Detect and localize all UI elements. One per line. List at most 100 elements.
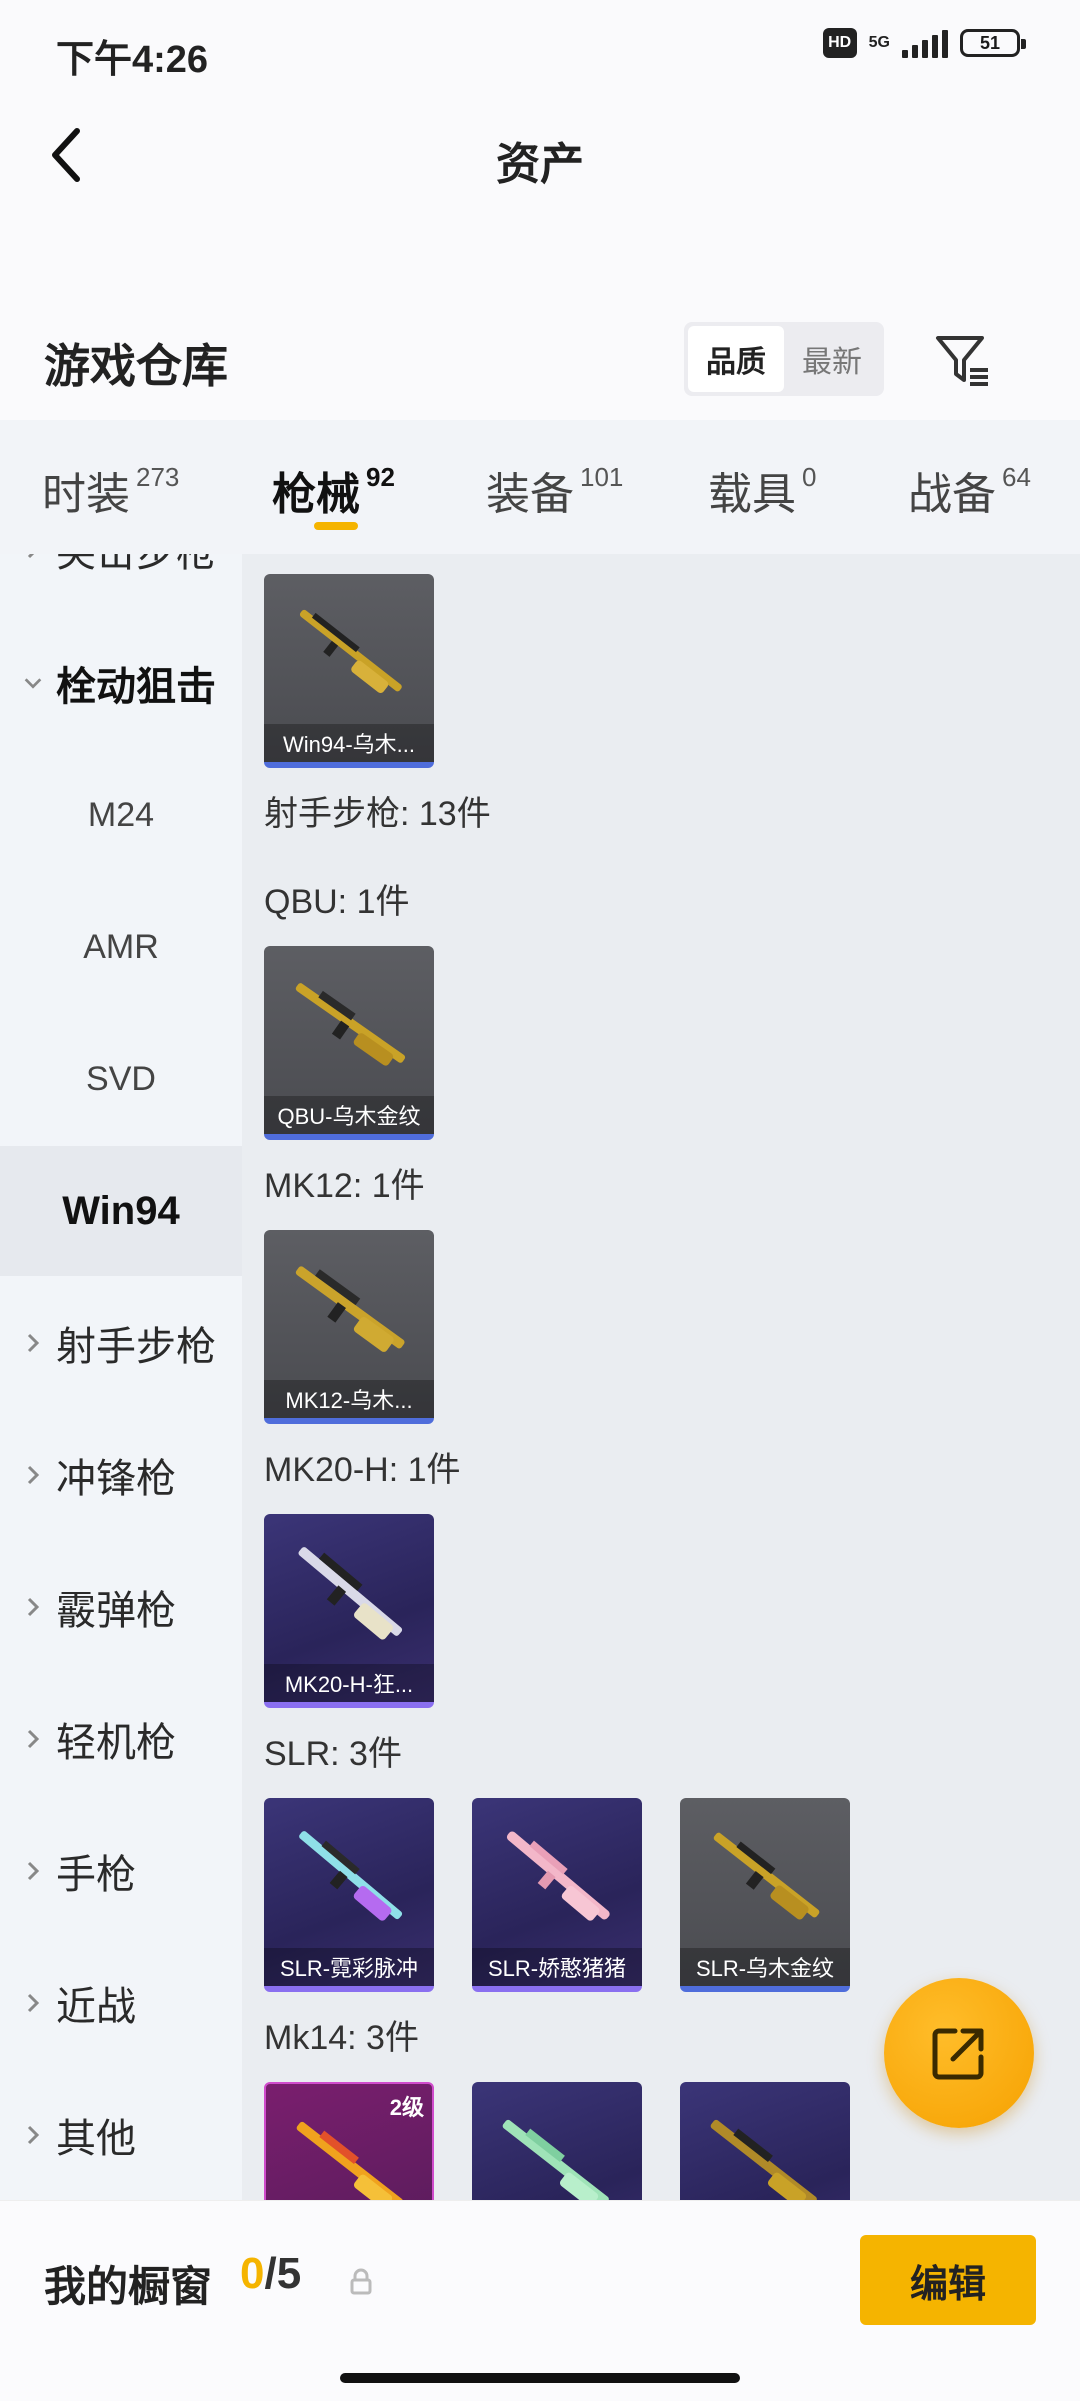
sidebar-item-assault-rifle[interactable]: 突击步枪	[0, 554, 242, 614]
tab-vehicles[interactable]: 载具 0	[708, 458, 816, 522]
category-tabs: 时装 273 枪械 92 装备 101 载具 0 战备 64	[0, 420, 1080, 554]
item-name: QBU-乌木金纹	[264, 1096, 434, 1134]
chevron-right-icon	[22, 1859, 44, 1883]
section-title: 射手步枪: 13件	[264, 795, 491, 833]
edit-button[interactable]: 编辑	[860, 2235, 1036, 2325]
tab-count: 273	[136, 462, 180, 492]
sidebar-item-marksman-rifle[interactable]: 射手步枪	[0, 1278, 242, 1408]
active-tab-indicator	[314, 522, 358, 530]
weapon-category-sidebar: 突击步枪 栓动狙击 M24 AMR SVD Win94 射手步枪 冲锋枪 霰弹枪…	[0, 554, 242, 2200]
tab-label: 装备	[486, 470, 574, 519]
rifle-icon	[298, 1547, 403, 1640]
sidebar-item-other[interactable]: 其他	[0, 2070, 242, 2200]
section-title: MK12: 1件	[264, 1167, 425, 1205]
sidebar-item-label: 霰弹枪	[56, 1589, 176, 1633]
tab-label: 时装	[42, 470, 130, 519]
battery-level: 51	[979, 32, 1001, 53]
sort-option-quality[interactable]: 品质	[688, 326, 784, 392]
sidebar-item-bolt-sniper[interactable]: 栓动狙击	[0, 618, 242, 748]
item-name: MK12-乌木...	[264, 1380, 434, 1418]
tab-equipment[interactable]: 装备 101	[486, 458, 623, 522]
item-card[interactable]: Win94-乌木...	[264, 574, 434, 768]
sidebar-item-label: Win94	[62, 1188, 180, 1233]
sidebar-item-label: 突击步枪	[56, 554, 216, 578]
sidebar-item-smg[interactable]: 冲锋枪	[0, 1410, 242, 1540]
status-bar: 下午4:26 HD 5G 51	[0, 0, 1080, 100]
showcase-bar: 我的橱窗 0/5 编辑	[0, 2200, 1080, 2401]
section-title: SLR: 3件	[264, 1735, 402, 1773]
home-indicator[interactable]	[340, 2373, 740, 2383]
page-title: 资产	[496, 140, 584, 189]
sidebar-item-label: 其他	[56, 2117, 136, 2161]
sidebar-item-pistol[interactable]: 手枪	[0, 1806, 242, 1936]
item-name: SLR-霓彩脉冲	[264, 1948, 434, 1986]
item-card[interactable]: 2级	[264, 2082, 434, 2200]
nav-bar: 资产	[0, 100, 1080, 210]
sidebar-item-svd[interactable]: SVD	[0, 1014, 242, 1144]
rifle-icon	[710, 2119, 817, 2200]
signal-icon	[902, 28, 948, 58]
sidebar-item-amr[interactable]: AMR	[0, 882, 242, 1012]
tab-count: 64	[1002, 462, 1031, 492]
tab-count: 0	[802, 462, 817, 492]
share-button[interactable]	[884, 1978, 1034, 2128]
filter-button[interactable]	[926, 324, 998, 396]
network-label: 5G	[868, 34, 890, 51]
sidebar-item-label: SVD	[86, 1059, 156, 1098]
chevron-right-icon	[22, 1331, 44, 1355]
rifle-icon	[295, 983, 406, 1066]
tab-label: 战备	[908, 470, 996, 519]
sidebar-item-label: AMR	[83, 927, 159, 966]
status-time: 下午4:26	[56, 39, 209, 81]
item-card[interactable]	[680, 2082, 850, 2200]
chevron-right-icon	[22, 1991, 44, 2015]
rifle-icon	[296, 2121, 403, 2200]
item-card[interactable]: MK12-乌木...	[264, 1230, 434, 1424]
sort-toggle: 品质 最新	[684, 322, 884, 396]
tab-supplies[interactable]: 战备 64	[908, 458, 1031, 522]
item-name: SLR-娇憨猪猪	[472, 1948, 642, 1986]
tab-guns[interactable]: 枪械 92	[272, 458, 395, 522]
chevron-right-icon	[22, 1463, 44, 1487]
tab-count: 101	[580, 462, 624, 492]
chevron-right-icon	[22, 1727, 44, 1751]
filter-icon	[936, 336, 988, 386]
item-grid: Win94-乌木... 射手步枪: 13件 QBU: 1件 QBU-乌木金纹 M…	[242, 554, 1080, 2200]
item-card[interactable]: MK20-H-狂...	[264, 1514, 434, 1708]
sidebar-item-label: 近战	[56, 1985, 136, 2029]
warehouse-header: 游戏仓库 品质 最新	[0, 310, 1080, 420]
sidebar-item-shotgun[interactable]: 霰弹枪	[0, 1542, 242, 1672]
showcase-count: 0/5	[240, 2249, 301, 2299]
sidebar-item-m24[interactable]: M24	[0, 750, 242, 880]
chevron-down-icon	[22, 675, 44, 691]
chevron-right-icon	[22, 1595, 44, 1619]
status-icons: HD 5G 51	[822, 28, 1026, 58]
sidebar-item-label: 射手步枪	[56, 1325, 216, 1369]
section-title: MK20-H: 1件	[264, 1451, 461, 1489]
sidebar-item-win94[interactable]: Win94	[0, 1146, 242, 1276]
rifle-icon	[299, 609, 402, 694]
section-title: QBU: 1件	[264, 883, 410, 921]
item-card[interactable]: QBU-乌木金纹	[264, 946, 434, 1140]
rifle-icon	[295, 1266, 405, 1352]
sidebar-item-lmg[interactable]: 轻机枪	[0, 1674, 242, 1804]
sidebar-item-melee[interactable]: 近战	[0, 1938, 242, 2068]
item-card[interactable]	[472, 2082, 642, 2200]
rifle-icon	[299, 1831, 403, 1921]
showcase-total: /5	[264, 2249, 302, 2298]
lock-icon	[350, 2268, 372, 2295]
item-card[interactable]: SLR-霓彩脉冲	[264, 1798, 434, 1992]
sidebar-item-label: M24	[87, 795, 155, 834]
item-name: SLR-乌木金纹	[680, 1948, 850, 1986]
rifle-icon	[713, 1832, 820, 1920]
item-card[interactable]: SLR-乌木金纹	[680, 1798, 850, 1992]
chevron-right-icon	[22, 554, 44, 561]
battery-icon: 51	[960, 29, 1026, 57]
tab-label: 载具	[708, 470, 796, 519]
item-card[interactable]: SLR-娇憨猪猪	[472, 1798, 642, 1992]
section-title: Mk14: 3件	[264, 2019, 419, 2057]
tab-fashion[interactable]: 时装 273	[42, 458, 179, 522]
sort-option-newest[interactable]: 最新	[784, 326, 880, 392]
sidebar-item-label: 冲锋枪	[56, 1457, 176, 1501]
chevron-right-icon	[22, 2123, 44, 2147]
